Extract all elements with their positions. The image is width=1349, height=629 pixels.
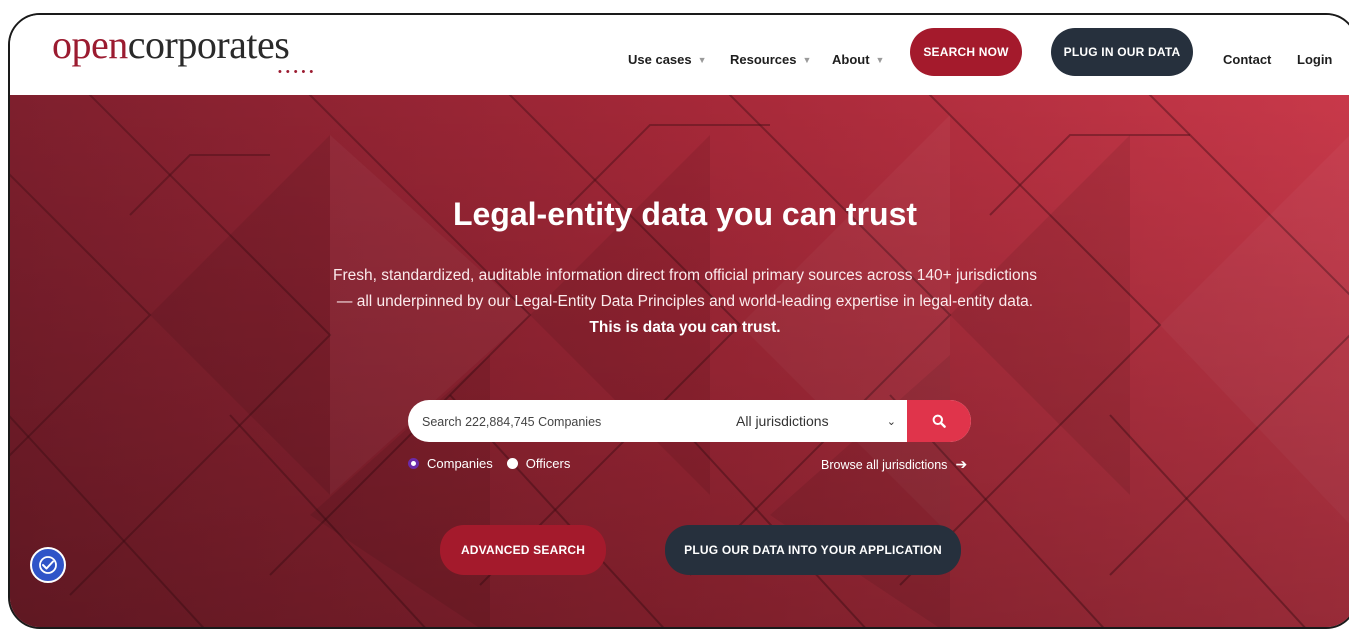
hero-title: Legal-entity data you can trust bbox=[452, 196, 918, 232]
accessibility-button[interactable] bbox=[30, 547, 66, 583]
radio-officers[interactable] bbox=[506, 458, 518, 469]
chevron-down-icon: ▼ bbox=[802, 55, 812, 65]
accessibility-icon bbox=[39, 556, 57, 574]
browse-jurisdictions-link[interactable]: Browse all jurisdictions ➔ bbox=[821, 456, 967, 473]
site-header: opencorporates ••••• Use cases ▼ Resourc… bbox=[10, 15, 1349, 95]
advanced-search-button[interactable]: ADVANCED SEARCH bbox=[440, 525, 606, 575]
hero-subtitle-strong: This is data you can trust. bbox=[589, 319, 781, 336]
plug-in-data-button[interactable]: PLUG IN OUR DATA bbox=[1051, 28, 1193, 76]
nav-about-label: About bbox=[832, 51, 870, 67]
search-input[interactable] bbox=[420, 400, 724, 442]
search-type-options: Companies Officers bbox=[408, 456, 570, 471]
chevron-down-icon: ▼ bbox=[875, 55, 885, 65]
nav-use-cases[interactable]: Use cases ▼ bbox=[628, 52, 707, 67]
browse-jurisdictions-label: Browse all jurisdictions bbox=[821, 457, 948, 472]
nav-resources[interactable]: Resources ▼ bbox=[730, 52, 811, 67]
hero-subtitle-line2: — all underpinned by our Legal-Entity Da… bbox=[336, 293, 1034, 310]
chevron-down-icon: ▼ bbox=[697, 55, 707, 65]
jurisdiction-select[interactable]: All jurisdictions ⌄ bbox=[736, 400, 896, 442]
hero-subtitle-line1: Fresh, standardized, auditable informati… bbox=[333, 267, 1037, 284]
radio-companies-label: Companies bbox=[427, 456, 493, 471]
search-now-button[interactable]: SEARCH NOW bbox=[910, 28, 1022, 76]
browser-frame: opencorporates ••••• Use cases ▼ Resourc… bbox=[8, 13, 1349, 629]
radio-companies[interactable] bbox=[408, 458, 419, 469]
search-icon bbox=[932, 414, 946, 428]
nav-resources-label: Resources bbox=[730, 51, 797, 67]
plug-data-into-app-button[interactable]: PLUG OUR DATA INTO YOUR APPLICATION bbox=[665, 525, 961, 575]
nav-contact-label: Contact bbox=[1223, 51, 1272, 67]
jurisdiction-selected-label: All jurisdictions bbox=[736, 413, 829, 429]
hero-section: Legal-entity data you can trust Fresh, s… bbox=[10, 95, 1349, 627]
nav-about[interactable]: About ▼ bbox=[832, 52, 884, 67]
search-button[interactable] bbox=[907, 400, 971, 442]
arrow-right-icon: ➔ bbox=[955, 456, 968, 472]
nav-login[interactable]: Login bbox=[1297, 52, 1332, 67]
nav-contact[interactable]: Contact bbox=[1223, 52, 1271, 67]
nav-login-label: Login bbox=[1297, 51, 1333, 67]
search-bar: All jurisdictions ⌄ bbox=[408, 400, 971, 442]
radio-officers-label: Officers bbox=[525, 456, 571, 471]
nav-use-cases-label: Use cases bbox=[628, 51, 692, 67]
chevron-down-icon: ⌄ bbox=[886, 415, 896, 428]
hero-subtitle: Fresh, standardized, auditable informati… bbox=[10, 263, 1349, 341]
